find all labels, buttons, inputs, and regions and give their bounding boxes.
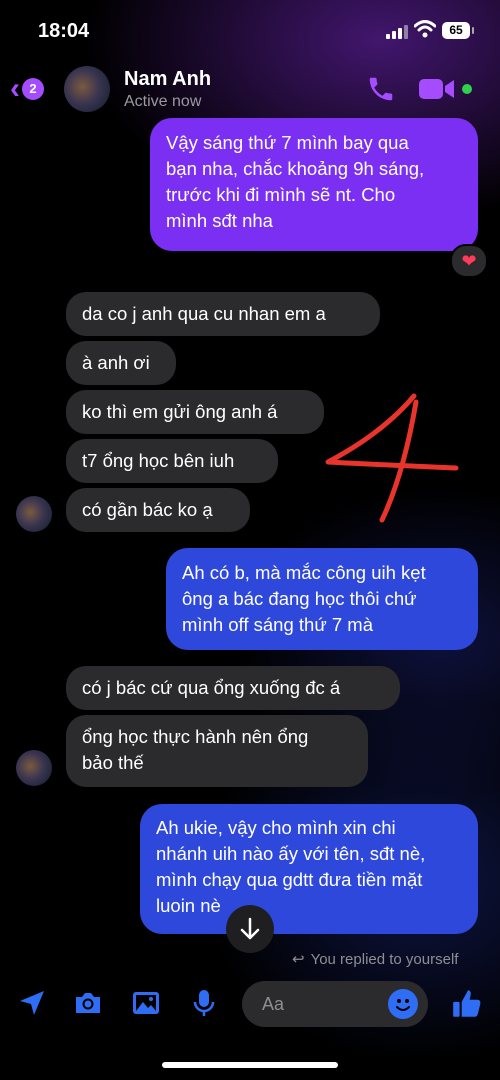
handwritten-number-annotation <box>325 393 459 523</box>
chat-header: ‹ 2 Nam Anh Active now <box>0 62 500 118</box>
contact-avatar-small[interactable] <box>16 496 52 532</box>
message-text: Vậy sáng thứ 7 mình bay qua bạn nha, chắ… <box>166 132 425 231</box>
scroll-to-bottom-button[interactable] <box>226 905 274 953</box>
smiley-face-icon <box>396 999 410 1011</box>
video-call-icon[interactable] <box>418 76 456 102</box>
home-indicator <box>162 1062 338 1068</box>
back-button[interactable]: ‹ 2 <box>10 74 44 104</box>
contact-avatar[interactable] <box>64 66 110 112</box>
contact-status: Active now <box>124 93 202 110</box>
message-input[interactable]: Aa <box>242 981 428 1027</box>
outgoing-message[interactable]: Ah có b, mà mắc công uih kẹt ông a bác đ… <box>166 548 478 650</box>
wifi-icon <box>414 20 436 38</box>
cellular-signal-icon <box>386 23 408 39</box>
incoming-message[interactable]: da co j anh qua cu nhan em a <box>66 292 380 336</box>
message-text: Ah ukie, vậy cho mình xin chi nhánh uih … <box>156 817 426 916</box>
message-text: t7 ổng học bên iuh <box>82 450 235 471</box>
unread-count-badge: 2 <box>22 78 44 100</box>
thumbs-up-icon[interactable] <box>450 987 484 1021</box>
contact-avatar-small[interactable] <box>16 750 52 786</box>
contact-name[interactable]: Nam Anh <box>124 68 211 91</box>
message-text: à anh ơi <box>82 352 150 373</box>
online-indicator <box>462 84 472 94</box>
incoming-message[interactable]: có gần bác ko ạ <box>66 488 250 532</box>
camera-icon[interactable] <box>72 987 104 1019</box>
incoming-message[interactable]: ổng học thực hành nên ổng bảo thế <box>66 715 368 787</box>
message-text: Ah có b, mà mắc công uih kẹt ông a bác đ… <box>182 562 426 635</box>
message-text: có j bác cứ qua ổng xuống đc á <box>82 677 341 698</box>
incoming-message[interactable]: à anh ơi <box>66 341 176 385</box>
heart-reaction-icon[interactable]: ❤ <box>450 244 488 278</box>
microphone-icon[interactable] <box>188 987 220 1019</box>
incoming-message[interactable]: ko thì em gửi ông anh á <box>66 390 324 434</box>
outgoing-message[interactable]: Ah ukie, vậy cho mình xin chi nhánh uih … <box>140 804 478 934</box>
message-input-placeholder: Aa <box>262 994 285 1014</box>
chevron-left-icon: ‹ <box>10 72 20 105</box>
reply-context-note: ↩ You replied to yourself <box>292 950 458 968</box>
status-bar: 18:04 65 <box>0 0 500 60</box>
reply-arrow-icon: ↩ <box>292 951 305 968</box>
incoming-message[interactable]: t7 ổng học bên iuh <box>66 439 278 483</box>
reply-note-text: You replied to yourself <box>310 951 459 968</box>
message-composer: Aa <box>0 975 500 1035</box>
arrow-down-icon <box>240 917 260 940</box>
message-text: ko thì em gửi ông anh á <box>82 401 278 422</box>
reaction-emoji: ❤ <box>461 251 477 271</box>
photo-gallery-icon[interactable] <box>130 987 162 1019</box>
battery-indicator: 65 <box>442 22 474 39</box>
message-text: ổng học thực hành nên ổng bảo thế <box>82 726 309 773</box>
message-text: da co j anh qua cu nhan em a <box>82 303 326 324</box>
clock: 18:04 <box>38 20 90 42</box>
phone-call-icon[interactable] <box>366 74 396 104</box>
location-arrow-icon[interactable] <box>16 987 48 1019</box>
message-text: có gần bác ko ạ <box>82 499 213 520</box>
emoji-icon[interactable] <box>388 989 418 1019</box>
incoming-message[interactable]: có j bác cứ qua ổng xuống đc á <box>66 666 400 710</box>
outgoing-message[interactable]: Vậy sáng thứ 7 mình bay qua bạn nha, chắ… <box>150 118 478 251</box>
